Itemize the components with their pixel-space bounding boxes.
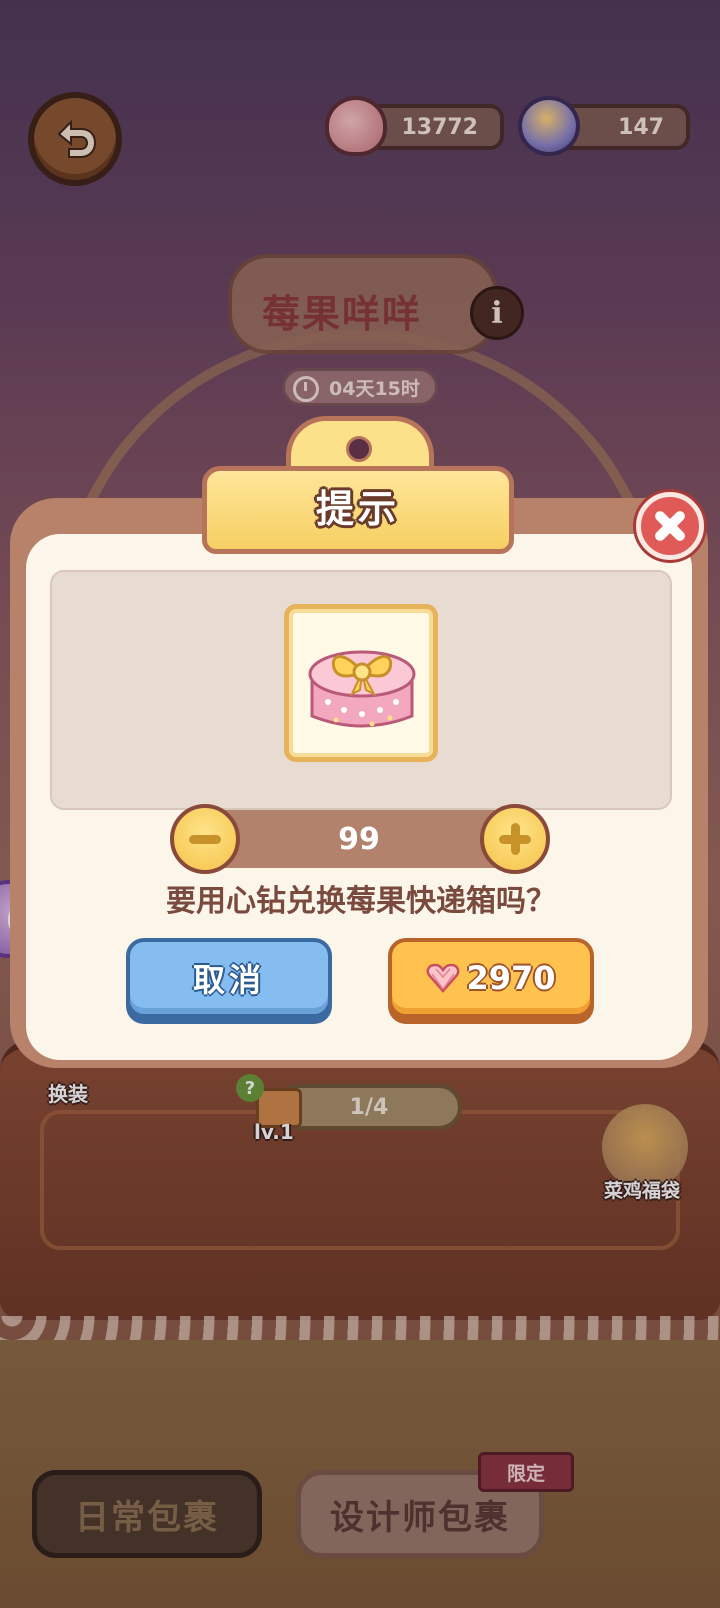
- gift-box-icon: [308, 650, 416, 728]
- decrease-quantity-button[interactable]: [170, 804, 240, 874]
- quantity-value: 99: [338, 821, 380, 857]
- title-plate-hole: [346, 436, 372, 462]
- increase-quantity-button[interactable]: [480, 804, 550, 874]
- dialog-title: 提示: [315, 487, 400, 531]
- cost-value: 2970: [466, 959, 556, 997]
- exchange-question: 要用心钻兑换莓果快递箱吗？: [166, 884, 556, 919]
- confirm-exchange-button[interactable]: 2970: [388, 938, 594, 1018]
- cancel-button[interactable]: 取消: [126, 938, 332, 1018]
- heart-diamond-icon: [427, 963, 460, 993]
- close-button[interactable]: [636, 492, 704, 560]
